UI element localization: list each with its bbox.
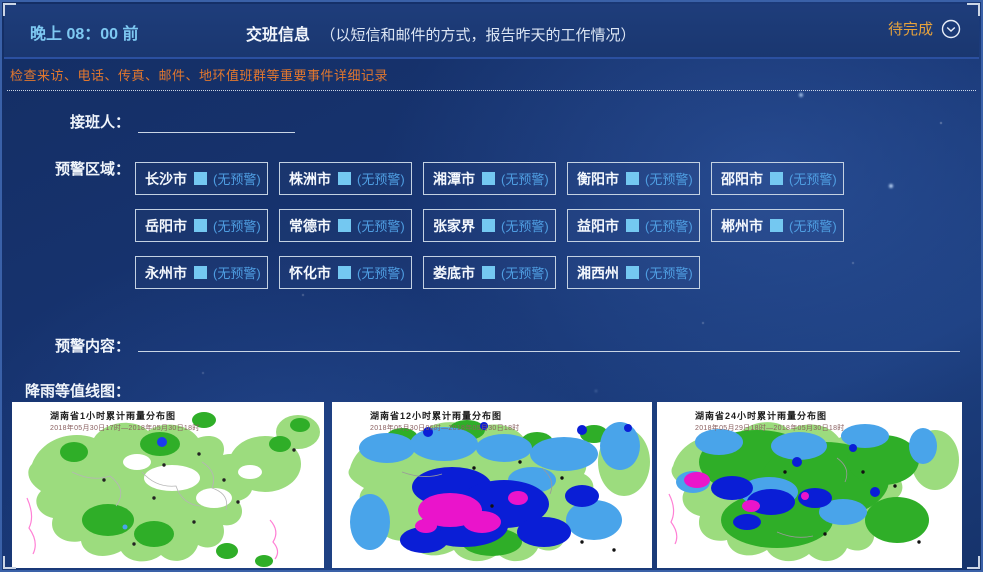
shift-handover-panel: 晚上 08：00 前 交班信息 （以短信和邮件的方式，报告昨天的工作情况） 待完… — [0, 0, 983, 572]
corner-bracket-bottom-right — [967, 556, 980, 569]
city-name: 娄底市 — [433, 263, 475, 283]
city-checkbox[interactable] — [626, 266, 639, 279]
city-box-shaoyang[interactable]: 邵阳市 (无预警) — [711, 162, 844, 195]
notice-text: 检查来访、电话、传真、邮件、地环值班群等重要事件详细记录 — [10, 65, 388, 84]
header-title-group: 交班信息 （以短信和邮件的方式，报告昨天的工作情况） — [246, 21, 635, 45]
city-status: (无预警) — [213, 263, 261, 282]
warning-content-input[interactable] — [138, 332, 960, 352]
city-box-zhuzhou[interactable]: 株洲市 (无预警) — [279, 162, 412, 195]
city-box-hengyang[interactable]: 衡阳市 (无预警) — [567, 162, 700, 195]
city-box-yiyang[interactable]: 益阳市 (无预警) — [567, 209, 700, 242]
city-checkbox[interactable] — [194, 172, 207, 185]
status-badge: 待完成 — [888, 18, 933, 39]
warning-area-grid: 长沙市 (无预警) 株洲市 (无预警) 湘潭市 (无预警) 衡阳市 (无预警) … — [135, 162, 844, 289]
rain-map-24h[interactable]: 湖南省24小时累计雨量分布图 2018年05月29日18时—2018年05月30… — [657, 402, 962, 568]
city-name: 郴州市 — [721, 216, 763, 236]
city-name: 湘潭市 — [433, 169, 475, 189]
city-checkbox[interactable] — [338, 266, 351, 279]
map-title: 湖南省12小时累计雨量分布图 — [370, 409, 502, 422]
warning-area-label: 预警区域： — [2, 158, 130, 179]
page-subtitle: （以短信和邮件的方式，报告昨天的工作情况） — [320, 27, 635, 44]
city-status: (无预警) — [645, 216, 693, 235]
city-name: 益阳市 — [577, 216, 619, 236]
city-checkbox[interactable] — [626, 172, 639, 185]
map-period: 2018年05月30日17时—2018年05月30日18时 — [50, 423, 200, 433]
city-box-changde[interactable]: 常德市 (无预警) — [279, 209, 412, 242]
header-bar: 晚上 08：00 前 交班信息 （以短信和邮件的方式，报告昨天的工作情况） 待完… — [4, 4, 979, 59]
city-name: 衡阳市 — [577, 169, 619, 189]
city-status: (无预警) — [789, 169, 837, 188]
map-title: 湖南省24小时累计雨量分布图 — [695, 409, 827, 422]
status-dropdown[interactable]: 待完成 — [888, 18, 961, 39]
corner-bracket-top-right — [967, 3, 980, 16]
city-status: (无预警) — [213, 169, 261, 188]
page-title: 交班信息 — [246, 27, 310, 44]
dotted-divider — [7, 90, 976, 91]
city-checkbox[interactable] — [194, 219, 207, 232]
chevron-down-circle-icon[interactable] — [941, 19, 961, 39]
city-checkbox[interactable] — [338, 219, 351, 232]
map-title: 湖南省1小时累计雨量分布图 — [50, 409, 176, 422]
city-status: (无预警) — [645, 169, 693, 188]
city-name: 株洲市 — [289, 169, 331, 189]
city-name: 怀化市 — [289, 263, 331, 283]
city-checkbox[interactable] — [482, 266, 495, 279]
city-box-changsha[interactable]: 长沙市 (无预警) — [135, 162, 268, 195]
city-name: 永州市 — [145, 263, 187, 283]
warning-content-label: 预警内容： — [2, 335, 130, 356]
receiver-label: 接班人： — [2, 111, 130, 132]
city-checkbox[interactable] — [482, 219, 495, 232]
city-name: 张家界 — [433, 216, 475, 236]
corner-bracket-top-left — [3, 3, 16, 16]
rain-map-1h[interactable]: 湖南省1小时累计雨量分布图 2018年05月30日17时—2018年05月30日… — [12, 402, 324, 568]
receiver-input[interactable] — [138, 113, 295, 133]
city-box-xiangtan[interactable]: 湘潭市 (无预警) — [423, 162, 556, 195]
city-box-yongzhou[interactable]: 永州市 (无预警) — [135, 256, 268, 289]
city-name: 常德市 — [289, 216, 331, 236]
city-checkbox[interactable] — [194, 266, 207, 279]
city-status: (无预警) — [501, 169, 549, 188]
city-box-huaihua[interactable]: 怀化市 (无预警) — [279, 256, 412, 289]
city-box-zhangjiajie[interactable]: 张家界 (无预警) — [423, 209, 556, 242]
city-checkbox[interactable] — [626, 219, 639, 232]
city-name: 邵阳市 — [721, 169, 763, 189]
city-status: (无预警) — [501, 263, 549, 282]
city-status: (无预警) — [357, 169, 405, 188]
city-box-yueyang[interactable]: 岳阳市 (无预警) — [135, 209, 268, 242]
city-box-xiangxi[interactable]: 湘西州 (无预警) — [567, 256, 700, 289]
city-status: (无预警) — [357, 216, 405, 235]
corner-bracket-bottom-left — [3, 556, 16, 569]
deadline-label: 晚上 08：00 前 — [30, 20, 139, 44]
city-checkbox[interactable] — [482, 172, 495, 185]
city-checkbox[interactable] — [338, 172, 351, 185]
city-checkbox[interactable] — [770, 219, 783, 232]
city-status: (无预警) — [213, 216, 261, 235]
rain-map-12h[interactable]: 湖南省12小时累计雨量分布图 2018年05月30日06时—2018年05月30… — [332, 402, 652, 568]
city-status: (无预警) — [645, 263, 693, 282]
city-name: 岳阳市 — [145, 216, 187, 236]
city-box-chenzhou[interactable]: 郴州市 (无预警) — [711, 209, 844, 242]
map-period: 2018年05月30日06时—2018年05月30日18时 — [370, 423, 520, 433]
city-box-loudi[interactable]: 娄底市 (无预警) — [423, 256, 556, 289]
rain-map-label: 降雨等值线图： — [25, 380, 130, 401]
city-status: (无预警) — [789, 216, 837, 235]
city-name: 长沙市 — [145, 169, 187, 189]
city-status: (无预警) — [357, 263, 405, 282]
map-period: 2018年05月29日18时—2018年05月30日18时 — [695, 423, 845, 433]
city-checkbox[interactable] — [770, 172, 783, 185]
city-name: 湘西州 — [577, 263, 619, 283]
city-status: (无预警) — [501, 216, 549, 235]
